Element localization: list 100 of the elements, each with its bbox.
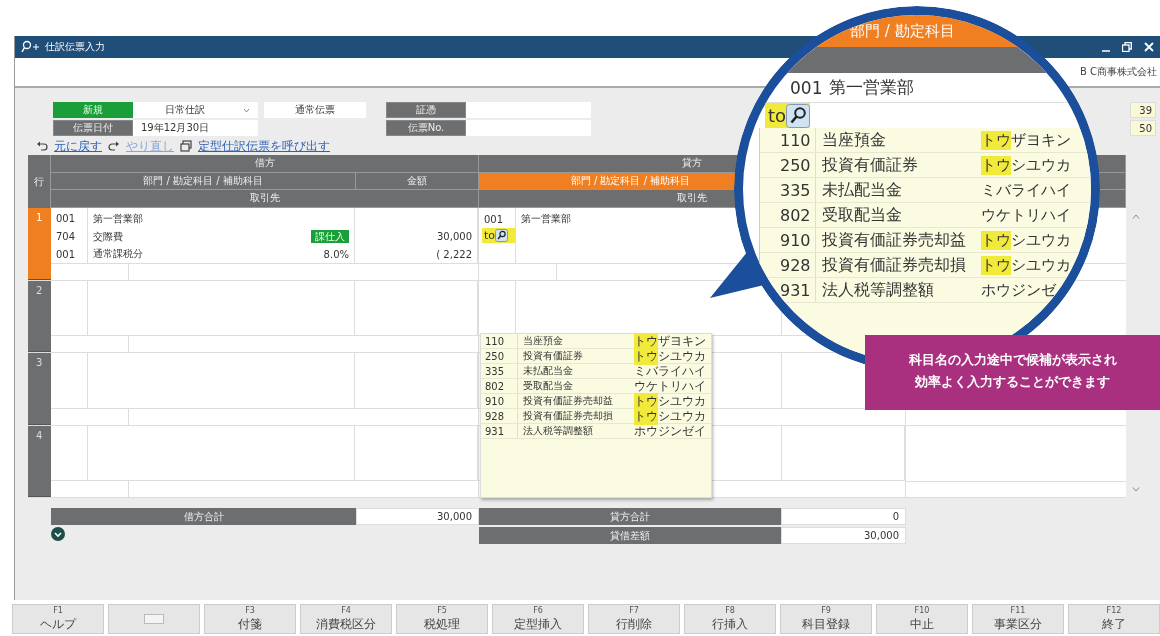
tax-tag: 課仕入: [311, 230, 349, 243]
account-input-field[interactable]: to: [482, 228, 515, 243]
account-name[interactable]: 投資有価証券売却益: [816, 229, 981, 251]
kana-reading: シユウカ: [1011, 155, 1071, 175]
code-cell[interactable]: 928: [760, 253, 816, 277]
code-cell[interactable]: 250: [760, 153, 816, 177]
blank-key-icon: [144, 614, 164, 624]
code-cell[interactable]: 110: [760, 128, 816, 152]
row-number[interactable]: 3: [28, 353, 51, 425]
row-number[interactable]: 4: [28, 425, 51, 497]
function-key-button[interactable]: F5 税処理: [396, 604, 488, 634]
code-cell-text: 001: [55, 247, 77, 262]
code-cell[interactable]: 910: [481, 394, 518, 408]
account-name: 交際費: [93, 229, 123, 244]
account-name[interactable]: 投資有価証券: [518, 349, 634, 363]
kana-reading: シユウカ: [658, 407, 706, 425]
total-value: 30,000: [781, 527, 906, 544]
code-cell[interactable]: 931: [481, 424, 518, 438]
account-name[interactable]: 当座預金: [518, 334, 634, 348]
search-icon[interactable]: [495, 229, 509, 242]
kana-reading: ザヨキン: [1011, 130, 1071, 150]
account-name[interactable]: 投資有価証券売却益: [518, 394, 634, 408]
search-icon[interactable]: [786, 103, 811, 128]
total-label: 借方合計: [51, 508, 356, 525]
dropdown-caret-icon: [243, 107, 250, 113]
kana-reading: ウケトリハイ: [634, 377, 706, 395]
count-cell: 50: [1130, 120, 1156, 136]
link[interactable]: 定型仕訳伝票を呼び出す: [198, 137, 330, 155]
redo-arrow-icon: [108, 140, 120, 152]
code-cell[interactable]: 250: [481, 349, 518, 363]
account-name[interactable]: 受取配当金: [518, 379, 634, 393]
link[interactable]: 元に戻す: [54, 137, 102, 155]
code-cell[interactable]: 335: [760, 178, 816, 202]
code-cell[interactable]: 110: [481, 334, 518, 348]
voucher-type-field: 通常伝票: [264, 102, 366, 118]
row-number[interactable]: 2: [28, 280, 51, 352]
account-name[interactable]: 法人税等調整額: [816, 279, 981, 301]
account-name[interactable]: 投資有価証券売却損: [816, 254, 981, 276]
function-key-button[interactable]: F11 事業区分: [972, 604, 1064, 634]
total-value: 30,000: [356, 508, 479, 525]
function-key-button[interactable]: F8 行挿入: [684, 604, 776, 634]
code-cell-text: 001: [789, 77, 824, 98]
function-key-button[interactable]: F9 科目登録: [780, 604, 872, 634]
kana-reading: ホウジンゼイ: [634, 422, 706, 440]
field-label: 証憑: [386, 102, 466, 118]
field-label: 伝票No.: [386, 120, 466, 136]
callout-text: 科目名の入力途中で候補が表示され効率よく入力することができます: [865, 335, 1160, 410]
function-key-button[interactable]: F12 終了: [1068, 604, 1160, 634]
amount-cell-text: 30,000: [436, 230, 473, 244]
column-header: 借方: [51, 155, 479, 172]
account-name[interactable]: 未払配当金: [518, 364, 634, 378]
code-cell[interactable]: 335: [481, 364, 518, 378]
account-name: 第一営業部: [829, 76, 914, 99]
kana-reading: トウ: [981, 255, 1011, 275]
scroll-down-icon[interactable]: [1132, 487, 1140, 492]
code-cell[interactable]: 802: [481, 379, 518, 393]
mode-label: 新規: [53, 102, 133, 118]
scroll-up-icon[interactable]: [1132, 214, 1140, 219]
function-key-button[interactable]: F4 消費税区分: [300, 604, 392, 634]
function-key-button[interactable]: F1 ヘルプ: [12, 604, 104, 634]
function-key-button[interactable]: F3 付箋: [204, 604, 296, 634]
column-header: 行: [28, 155, 51, 208]
field-label: 伝票日付: [53, 120, 133, 136]
voucher-number-field[interactable]: [466, 120, 591, 136]
expand-circle-icon[interactable]: [51, 527, 65, 541]
account-name[interactable]: 当座預金: [816, 129, 981, 151]
code-cell[interactable]: 802: [760, 203, 816, 227]
kana-reading: ウケトリハイ: [981, 205, 1071, 225]
function-key-button[interactable]: F6 定型挿入: [492, 604, 584, 634]
evidence-field[interactable]: [466, 102, 591, 118]
count-cell: 39: [1130, 102, 1156, 118]
account-name[interactable]: 受取配当金: [816, 204, 981, 226]
account-input-field[interactable]: to: [765, 103, 811, 128]
kana-reading: シユウカ: [1011, 255, 1071, 275]
close-icon[interactable]: [1144, 42, 1154, 52]
total-value: 0: [781, 508, 906, 525]
code-cell[interactable]: 928: [481, 409, 518, 423]
kana-reading: ミバライハイ: [981, 180, 1071, 200]
journal-type-dropdown[interactable]: 日常仕訳: [133, 102, 258, 118]
account-name: 第一営業部: [521, 212, 571, 226]
account-name[interactable]: 投資有価証券売却損: [518, 409, 634, 423]
total-label: 貸方合計: [479, 508, 781, 525]
kana-reading: トウ: [981, 230, 1011, 250]
restore-icon[interactable]: [1122, 42, 1132, 52]
kana-reading: ホウジンゼ: [981, 280, 1056, 300]
function-key-button[interactable]: F10 中止: [876, 604, 968, 634]
function-key-button[interactable]: F7 行削除: [588, 604, 680, 634]
window-title: 仕訳伝票入力: [45, 40, 105, 54]
kana-reading: トウ: [981, 130, 1011, 150]
code-cell[interactable]: 931: [760, 278, 816, 302]
account-name[interactable]: 法人税等調整額: [518, 424, 634, 438]
date-field[interactable]: 19年12月30日: [133, 120, 258, 136]
kana-reading: ザヨキン: [658, 332, 706, 350]
kana-reading: シユウカ: [1011, 230, 1071, 250]
company-name: B C商事株式会社: [1079, 65, 1157, 79]
account-name: 第一営業部: [93, 211, 143, 226]
column-header: 取引先: [51, 190, 479, 207]
account-name: 通常課税分: [93, 247, 143, 262]
code-cell[interactable]: 910: [760, 228, 816, 252]
amount-cell-text: ( 2,222: [435, 247, 473, 262]
